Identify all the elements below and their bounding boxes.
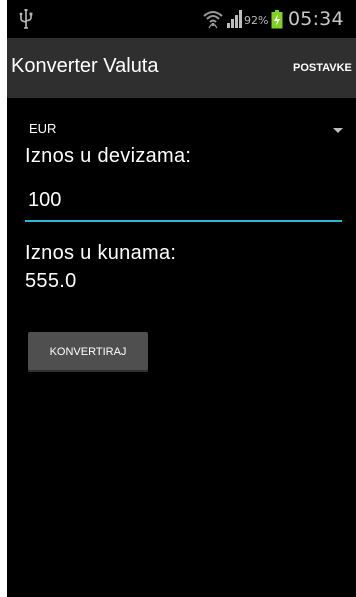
kuna-amount-label: Iznos u kunama: xyxy=(25,242,177,264)
signal-icon xyxy=(227,10,242,28)
currency-spinner[interactable]: EUR xyxy=(17,115,347,143)
dropdown-arrow-icon xyxy=(333,128,343,133)
status-clock: 05:34 xyxy=(288,8,344,30)
usb-icon xyxy=(19,9,33,29)
settings-menu-button[interactable]: POSTAVKE xyxy=(293,62,352,74)
wifi-icon xyxy=(203,11,223,29)
currency-selected-value: EUR xyxy=(29,121,57,136)
kuna-result-value: 555.0 xyxy=(25,270,77,292)
action-bar: Konverter Valuta POSTAVKE xyxy=(7,38,356,98)
phone-screen: 92% 05:34 Konverter Valuta POSTAVKE EUR … xyxy=(7,0,356,597)
foreign-amount-label: Iznos u devizama: xyxy=(25,145,192,167)
foreign-amount-input[interactable] xyxy=(25,186,342,222)
battery-percentage: 92% xyxy=(244,14,269,27)
app-title: Konverter Valuta xyxy=(11,55,159,77)
battery-charging-icon xyxy=(271,10,283,29)
status-bar: 92% 05:34 xyxy=(7,0,356,38)
convert-button[interactable]: KONVERTIRAJ xyxy=(28,332,148,372)
